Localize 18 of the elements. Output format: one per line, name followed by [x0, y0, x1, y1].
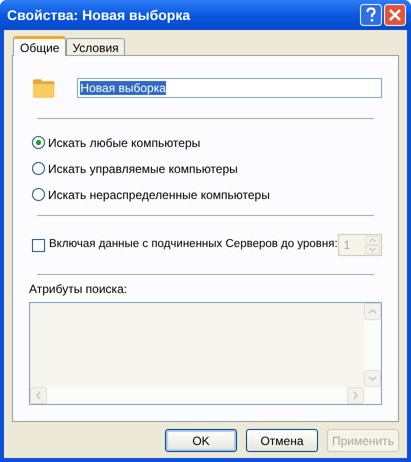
dialog-button[interactable]: Отмена — [246, 429, 318, 452]
radio-button[interactable] — [32, 136, 45, 149]
window-title: Свойства: Новая выборка — [7, 6, 192, 25]
radio-button[interactable] — [32, 188, 45, 201]
name-field[interactable]: Новая выборка — [77, 78, 382, 98]
radio-label[interactable]: Искать управляемые компьютеры — [48, 160, 238, 178]
tab[interactable]: Условия — [66, 38, 125, 55]
radio-label[interactable]: Искать любые компьютеры — [48, 134, 200, 152]
tab[interactable]: Общие — [13, 36, 66, 56]
radio-label[interactable]: Искать нераспределенные компьютеры — [48, 186, 270, 204]
close-icon[interactable] — [384, 4, 406, 26]
folder-icon — [32, 77, 56, 99]
checkbox[interactable] — [32, 238, 45, 252]
checkbox-label[interactable]: Включая данные с подчиненных Серверов до уровня: — [49, 236, 338, 254]
radio-button[interactable] — [32, 162, 45, 175]
dialog-button[interactable]: OK — [165, 429, 237, 452]
field-label: Атрибуты поиска: — [29, 281, 128, 298]
help-icon[interactable] — [360, 4, 382, 26]
